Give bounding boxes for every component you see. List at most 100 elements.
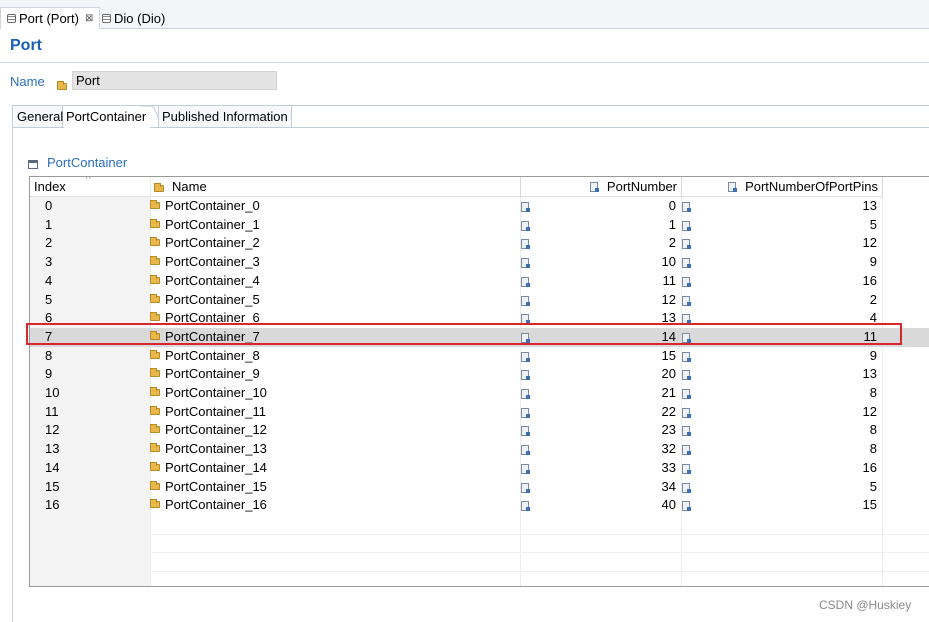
empty-row-line	[150, 533, 929, 535]
cell-port-pins[interactable]: 15	[690, 496, 877, 515]
folder-icon	[150, 349, 160, 359]
cell-name[interactable]: PortContainer_16	[165, 496, 267, 515]
table-row[interactable]: 5 PortContainer_5 12 2	[30, 291, 929, 310]
column-header-index[interactable]: Index ^	[30, 177, 150, 197]
cell-index: 2	[45, 235, 53, 251]
column-header-portnumberofportpins[interactable]: PortNumberOfPortPins	[682, 177, 882, 197]
cell-name[interactable]: PortContainer_1	[165, 216, 260, 235]
cell-port-number[interactable]: 10	[530, 253, 676, 272]
header-divider	[882, 177, 883, 197]
editor-tab-label: Port (Port)	[19, 11, 79, 26]
cell-port-number[interactable]: 0	[530, 197, 676, 216]
editor-tab-dio[interactable]: Dio (Dio)	[96, 8, 171, 29]
cell-index: 11	[45, 403, 59, 419]
table-row[interactable]: 9 PortContainer_9 20 13	[30, 365, 929, 384]
cell-port-pins[interactable]: 9	[690, 347, 877, 366]
tab-portcontainer[interactable]: PortContainer	[63, 106, 152, 127]
tab-general[interactable]: General	[14, 106, 63, 127]
cell-port-number[interactable]: 21	[530, 384, 676, 403]
parameter-icon	[521, 239, 530, 250]
parameter-icon	[521, 220, 530, 231]
cell-name[interactable]: PortContainer_2	[165, 234, 260, 253]
column-header-portnumber[interactable]: PortNumber	[521, 177, 681, 197]
cell-port-pins[interactable]: 8	[690, 440, 877, 459]
section-header[interactable]: PortContainer	[28, 155, 127, 170]
cell-index: 4	[45, 272, 53, 288]
cell-index: 16	[45, 497, 60, 513]
cell-name[interactable]: PortContainer_9	[165, 365, 260, 384]
table-row[interactable]: 4 PortContainer_4 11 16	[30, 272, 929, 291]
name-label[interactable]: Name	[10, 74, 45, 89]
cell-port-pins[interactable]: 16	[690, 272, 877, 291]
folder-icon	[150, 461, 160, 471]
cell-port-number[interactable]: 23	[530, 421, 676, 440]
table-row[interactable]: 8 PortContainer_8 15 9	[30, 347, 929, 366]
cell-name[interactable]: PortContainer_15	[165, 478, 267, 497]
tab-published-information[interactable]: Published Information	[158, 106, 292, 127]
cell-port-number[interactable]: 2	[530, 234, 676, 253]
parameter-icon	[521, 258, 530, 269]
cell-port-number[interactable]: 11	[530, 272, 677, 291]
cell-port-number[interactable]: 1	[530, 216, 676, 235]
cell-name[interactable]: PortContainer_12	[165, 421, 267, 440]
cell-port-pins[interactable]: 8	[690, 384, 877, 403]
table-row[interactable]: 10 PortContainer_10 21 8	[30, 384, 929, 403]
cell-name[interactable]: PortContainer_0	[165, 197, 260, 216]
parameter-icon	[521, 351, 530, 362]
cell-port-pins[interactable]: 5	[690, 478, 877, 497]
parameter-icon	[521, 463, 530, 474]
tab-baseline-gap	[64, 127, 150, 128]
parameter-icon	[521, 276, 530, 287]
table-row[interactable]: 1 PortContainer_1 1 5	[30, 216, 929, 235]
folder-icon	[150, 200, 160, 209]
cell-port-pins[interactable]: 13	[690, 197, 877, 216]
cell-index: 13	[45, 441, 60, 457]
cell-name[interactable]: PortContainer_8	[165, 347, 260, 366]
close-icon[interactable]: ⊠	[85, 13, 93, 24]
cell-port-number[interactable]: 22	[530, 403, 676, 422]
cell-port-number[interactable]: 34	[530, 478, 676, 497]
cell-port-pins[interactable]: 8	[690, 421, 877, 440]
cell-name[interactable]: PortContainer_13	[165, 440, 267, 459]
folder-icon	[150, 405, 160, 415]
title-divider	[0, 62, 929, 63]
cell-port-number[interactable]: 12	[530, 291, 676, 310]
editor-tab-port[interactable]: Port (Port) ⊠	[0, 7, 101, 29]
table-row[interactable]: 3 PortContainer_3 10 9	[30, 253, 929, 272]
cell-port-number[interactable]: 32	[530, 440, 676, 459]
table-row[interactable]: 13 PortContainer_13 32 8	[30, 440, 929, 459]
table-row[interactable]: 11 PortContainer_11 22 12	[30, 403, 929, 422]
cell-index: 14	[45, 459, 60, 475]
cell-name[interactable]: PortContainer_11	[165, 403, 266, 422]
cell-name[interactable]: PortContainer_3	[165, 253, 260, 272]
parameter-icon	[682, 445, 691, 456]
table-row[interactable]: 2 PortContainer_2 2 12	[30, 234, 929, 253]
cell-port-number[interactable]: 33	[530, 459, 676, 478]
cell-port-pins[interactable]: 13	[690, 365, 877, 384]
cell-port-pins[interactable]: 2	[690, 291, 877, 310]
parameter-icon	[682, 351, 691, 362]
cell-name[interactable]: PortContainer_10	[165, 384, 267, 403]
name-input[interactable]: Port	[72, 71, 277, 90]
table-row[interactable]: 15 PortContainer_15 34 5	[30, 478, 929, 497]
table-row[interactable]: 14 PortContainer_14 33 16	[30, 459, 929, 478]
column-header-name[interactable]: Name	[151, 177, 520, 197]
cell-name[interactable]: PortContainer_14	[165, 459, 267, 478]
cell-name[interactable]: PortContainer_5	[165, 291, 260, 310]
cell-port-pins[interactable]: 12	[690, 403, 877, 422]
table-row[interactable]: 12 PortContainer_12 23 8	[30, 421, 929, 440]
cell-port-number[interactable]: 20	[530, 365, 676, 384]
parameter-icon	[521, 482, 530, 493]
cell-name[interactable]: PortContainer_4	[165, 272, 260, 291]
cell-port-number[interactable]: 15	[530, 347, 676, 366]
cell-port-pins[interactable]: 9	[690, 253, 877, 272]
port-container-table[interactable]: Index ^ Name PortNumber PortNumberOfPort…	[29, 176, 929, 587]
parameter-icon	[682, 426, 691, 437]
cell-index: 10	[45, 385, 60, 400]
cell-port-pins[interactable]: 5	[690, 216, 877, 235]
cell-port-pins[interactable]: 12	[690, 234, 877, 253]
table-row[interactable]: 0 PortContainer_0 0 13	[30, 197, 929, 216]
cell-port-number[interactable]: 40	[530, 496, 676, 515]
table-row[interactable]: 16 PortContainer_16 40 15	[30, 496, 929, 515]
cell-port-pins[interactable]: 16	[690, 459, 877, 478]
